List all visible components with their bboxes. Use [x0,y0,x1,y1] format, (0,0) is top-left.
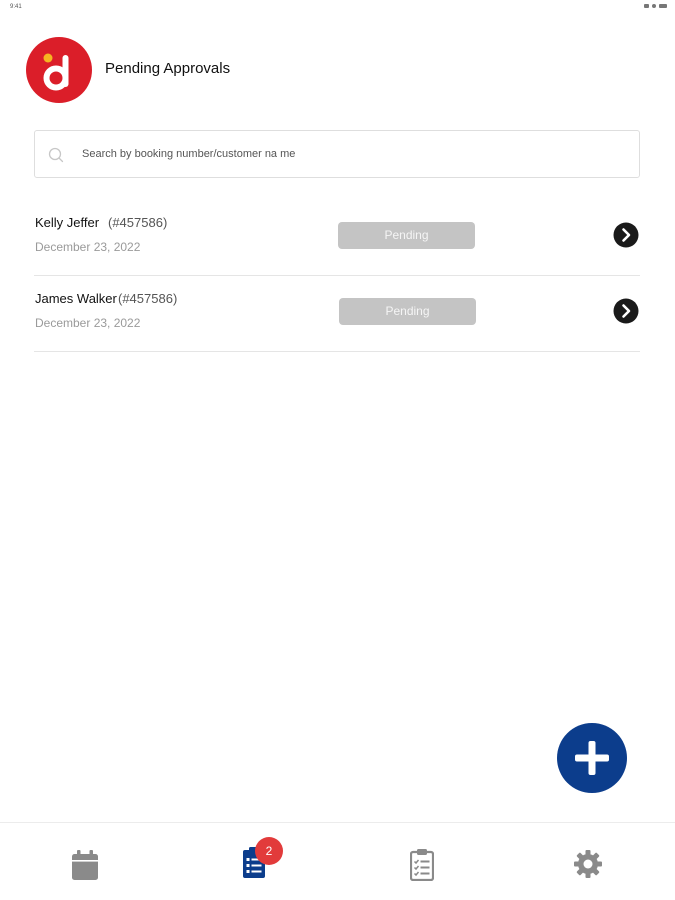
signal-icon [644,4,649,8]
logo-d-icon [43,53,69,91]
nav-item-settings[interactable] [504,823,672,900]
nav-item-checklist[interactable] [336,823,504,900]
bottom-nav [0,822,675,900]
status-time: 9:41 [10,4,22,10]
calendar-icon [72,850,98,880]
notification-badge: 2 [255,837,283,865]
status-badge: Pending [338,222,475,249]
status-icons [644,4,667,8]
nav-item-calendar[interactable] [0,823,168,900]
booking-date: December 23, 2022 [35,316,141,330]
status-badge: Pending [339,298,476,325]
wifi-icon [652,4,656,8]
customer-name: Kelly Jeffer [35,215,100,230]
booking-number: (#457586) [118,291,178,306]
add-booking-button[interactable] [557,723,627,793]
status-bar: 9:41 [0,0,675,16]
approval-list-item[interactable]: Kelly Jeffer (#457586) December 23, 2022… [34,200,640,276]
booking-date: December 23, 2022 [35,240,141,254]
search-icon [48,147,64,163]
chevron-right-circle-icon[interactable] [612,221,640,249]
plus-icon [575,741,609,775]
nav-item-approvals[interactable] [168,823,336,900]
battery-icon [659,4,667,8]
page-title: Pending Approvals [105,60,231,77]
search-input[interactable] [82,146,622,162]
chevron-right-circle-icon[interactable] [612,297,640,325]
customer-name: James Walker [35,291,117,306]
approval-list-item[interactable]: James Walker (#457586) December 23, 2022… [34,276,640,352]
booking-number: (#457586) [108,215,168,230]
gear-icon [574,850,602,878]
clipboard-icon [410,849,434,881]
app-logo [26,37,92,103]
